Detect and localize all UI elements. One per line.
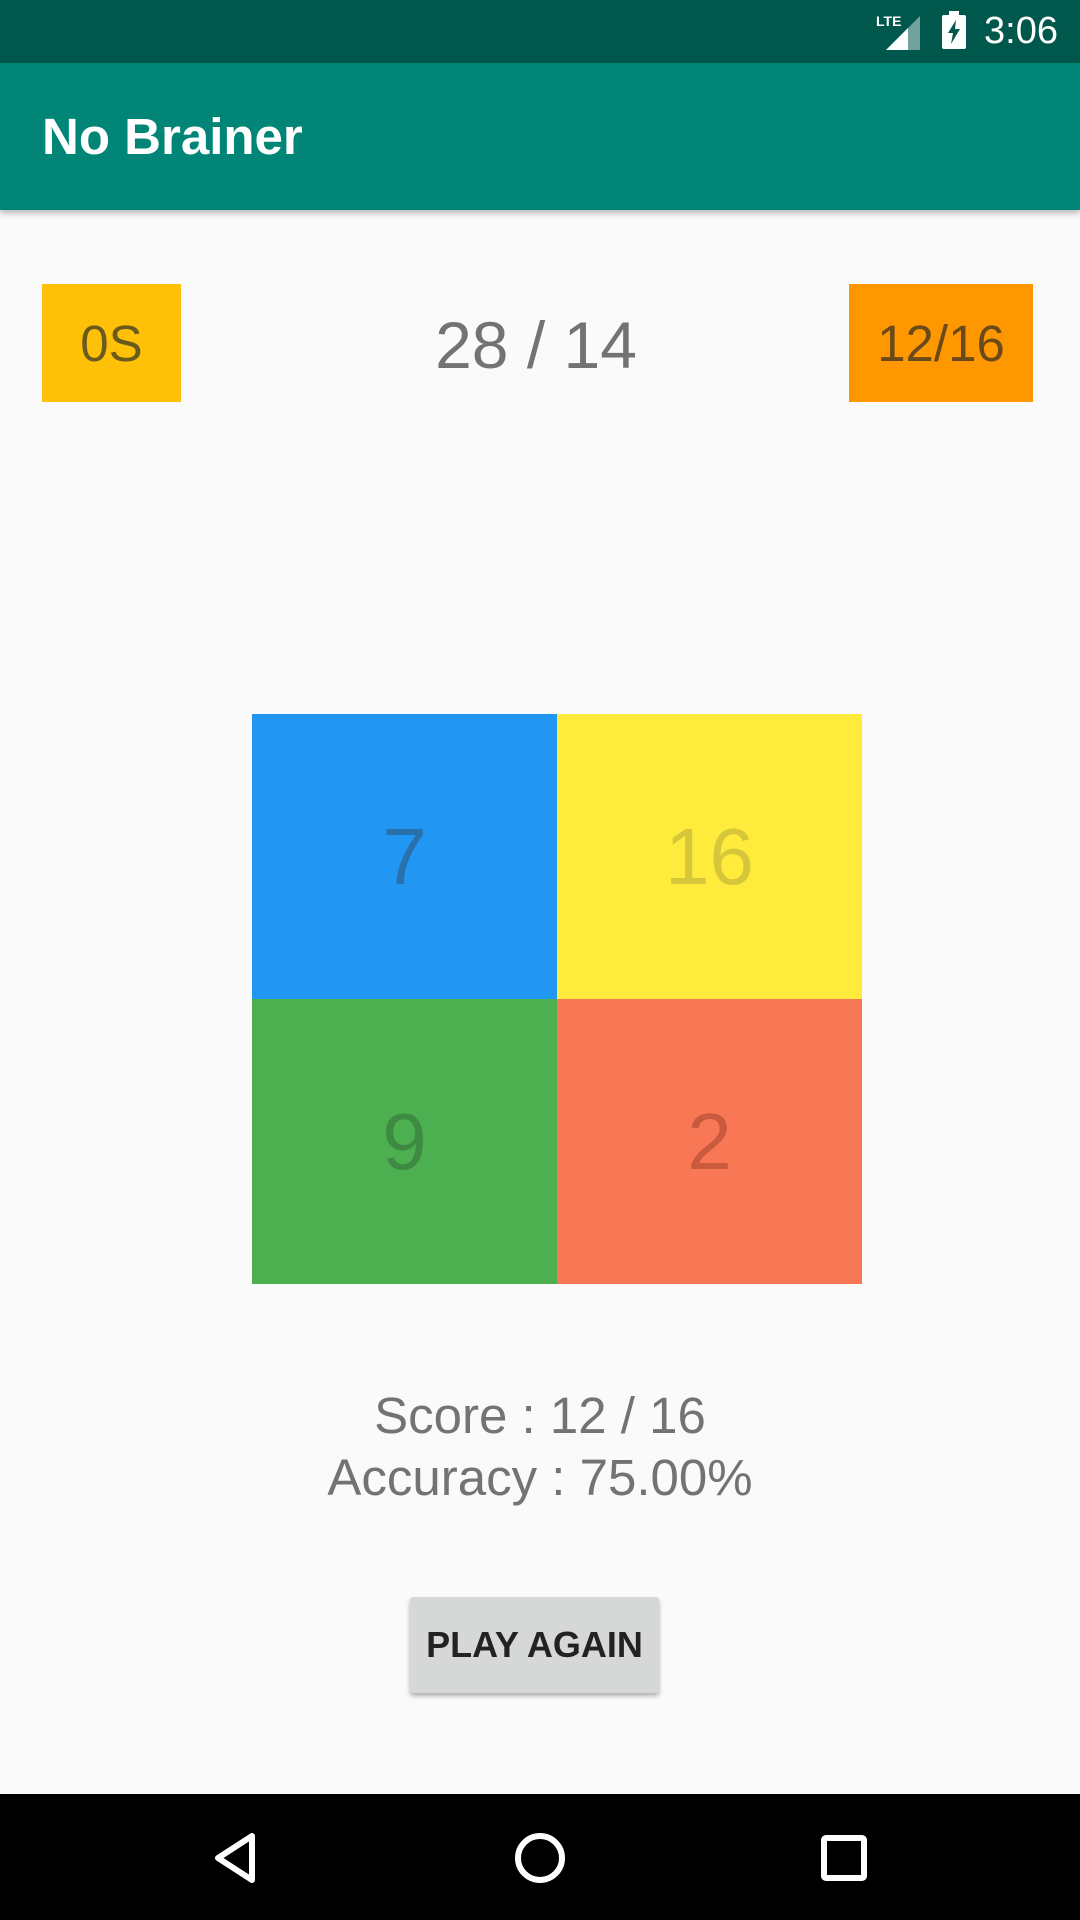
status-bar: LTE 3:06 [0,0,1080,63]
answer-label-4: 2 [687,1096,732,1186]
answer-button-4[interactable]: 2 [557,999,862,1284]
home-icon[interactable] [504,1822,576,1894]
svg-text:LTE: LTE [876,13,901,29]
score-badge-text: 12/16 [877,314,1005,372]
answer-label-1: 7 [382,811,427,901]
timer-badge: 0S [42,284,181,402]
lte-signal-icon: LTE [876,13,920,50]
answer-button-3[interactable]: 9 [252,999,557,1284]
result-text: Score : 12 / 16 Accuracy : 75.00% [240,1385,840,1509]
app-bar: No Brainer [0,63,1080,210]
answer-label-2: 16 [665,811,754,901]
back-icon[interactable] [200,1822,272,1894]
answer-label-3: 9 [382,1096,427,1186]
answer-grid: 7 16 9 2 [252,714,862,1284]
score-badge: 12/16 [849,284,1033,402]
play-again-button[interactable]: PLAY AGAIN [410,1597,659,1693]
question-text: 28 / 14 [435,308,637,382]
recents-icon[interactable] [808,1822,880,1894]
status-clock: 3:06 [984,10,1058,52]
navigation-bar [0,1794,1080,1920]
answer-button-1[interactable]: 7 [252,714,557,999]
score-line: Score : 12 / 16 [374,1387,706,1444]
accuracy-line: Accuracy : 75.00% [327,1449,753,1506]
app-title: No Brainer [42,108,303,165]
timer-text: 0S [80,314,143,372]
battery-charging-icon [942,11,966,49]
answer-button-2[interactable]: 16 [557,714,862,999]
